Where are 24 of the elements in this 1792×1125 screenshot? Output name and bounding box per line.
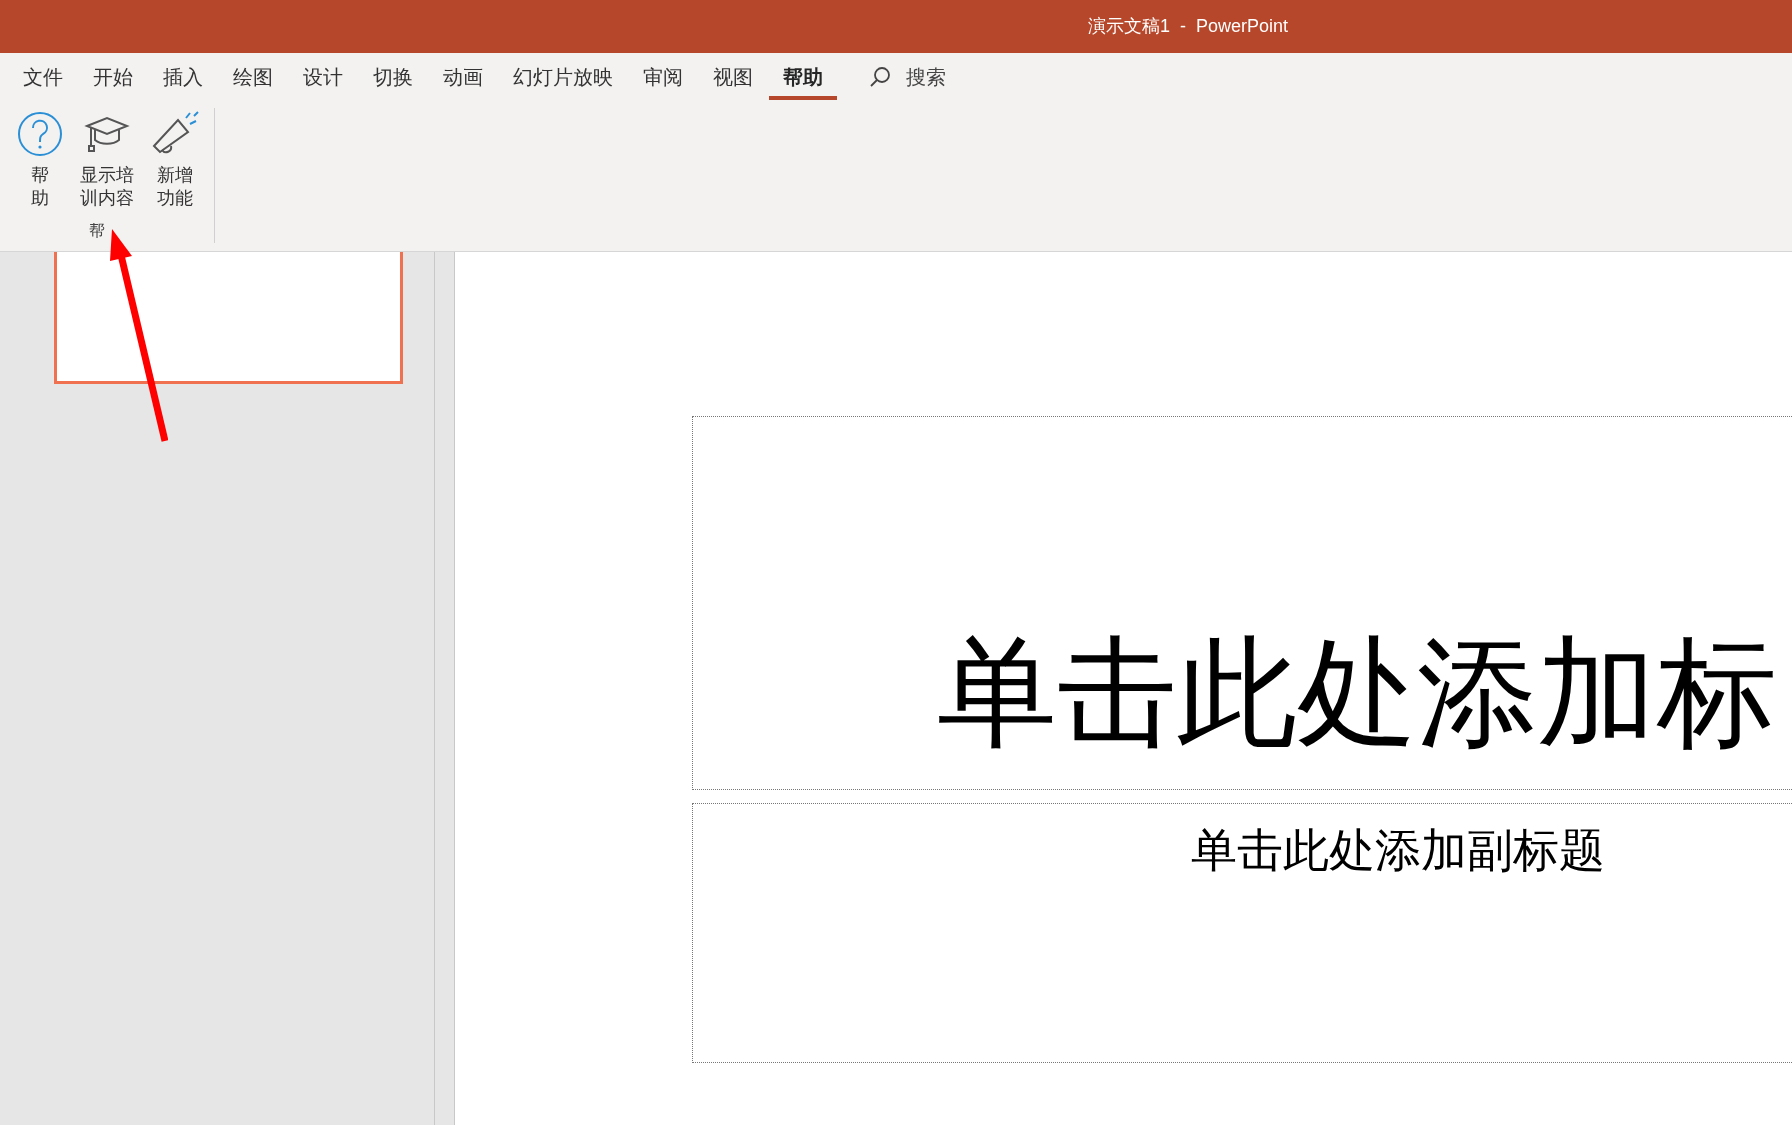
subtitle-placeholder-text: 单击此处添加副标题 xyxy=(1191,827,1605,873)
ribbon-tab[interactable]: 视图 xyxy=(699,53,767,100)
whats-new-button[interactable]: 新增 功能 xyxy=(146,110,204,210)
ribbon-tab[interactable]: 动画 xyxy=(429,53,497,100)
ribbon-tab[interactable]: 帮助 xyxy=(769,53,837,100)
title-placeholder-text: 单击此处添加标 xyxy=(937,632,1777,752)
search-icon[interactable] xyxy=(868,64,892,89)
ribbon-tab[interactable]: 审阅 xyxy=(629,53,697,100)
subtitle-placeholder[interactable] xyxy=(692,803,1792,1063)
ribbon-tab[interactable]: 设计 xyxy=(289,53,357,100)
ribbon-tab[interactable]: 文件 xyxy=(9,53,77,100)
search-label[interactable]: 搜索 xyxy=(906,61,946,92)
title-placeholder[interactable] xyxy=(692,416,1792,790)
ribbon-tab[interactable]: 开始 xyxy=(79,53,147,100)
question-mark-icon xyxy=(16,110,64,158)
ribbon-tab[interactable]: 插入 xyxy=(149,53,217,100)
ribbon-tab[interactable]: 绘图 xyxy=(219,53,287,100)
window-title: 演示文稿1 - PowerPoint xyxy=(1088,15,1289,38)
group-label: 帮 xyxy=(89,221,105,241)
training-button[interactable]: 显示培 训内容 xyxy=(76,110,138,210)
ribbon-tab[interactable]: 切换 xyxy=(359,53,427,100)
ribbon-tab[interactable]: 幻灯片放映 xyxy=(499,53,627,100)
help-button[interactable]: 帮 助 xyxy=(12,110,68,210)
slide-thumbnail[interactable] xyxy=(54,252,403,384)
